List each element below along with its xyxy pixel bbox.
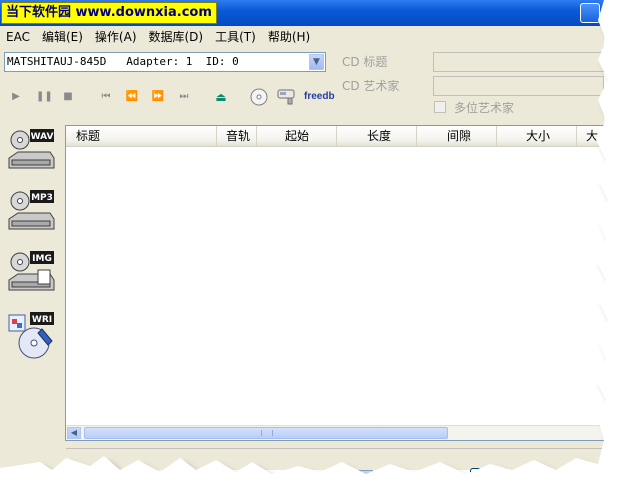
cd-title-label: CD 标题 bbox=[342, 55, 388, 69]
cd-title-input[interactable] bbox=[433, 52, 604, 72]
menu-eac[interactable]: EAC bbox=[0, 28, 36, 48]
eac-window: 当下软件园 www.downxia.com EAC 编辑(E) 操作(A) 数据… bbox=[0, 0, 604, 470]
fast-forward-icon[interactable]: ⏩ bbox=[150, 89, 166, 105]
menu-help[interactable]: 帮助(H) bbox=[262, 28, 316, 48]
device-select-value: MATSHITAUJ-845D Adapter: 1 ID: 0 bbox=[7, 55, 239, 68]
cd-artist-input[interactable] bbox=[433, 76, 604, 96]
column-size[interactable]: 大小 bbox=[497, 126, 577, 146]
device-select[interactable]: MATSHITAUJ-845D Adapter: 1 ID: 0 ▼ bbox=[4, 52, 326, 72]
mp3-tag: MP3 bbox=[31, 193, 53, 203]
freedb-server-icon[interactable] bbox=[276, 87, 298, 107]
scroll-grip bbox=[261, 430, 273, 436]
title-bar: 当下软件园 www.downxia.com bbox=[0, 0, 604, 26]
menu-bar: EAC 编辑(E) 操作(A) 数据库(D) 工具(T) 帮助(H) bbox=[0, 28, 316, 48]
horizontal-scrollbar[interactable]: ◀ bbox=[66, 425, 604, 440]
img-tag: IMG bbox=[32, 254, 52, 264]
wri-tag: WRI bbox=[32, 315, 52, 325]
column-title[interactable]: 标题 bbox=[66, 126, 217, 146]
rewind-icon[interactable]: ⏪ bbox=[124, 89, 140, 105]
write-cd-icon[interactable]: WRI bbox=[6, 311, 56, 361]
copy-mp3-icon[interactable]: MP3 bbox=[6, 189, 56, 239]
column-start[interactable]: 起始 bbox=[257, 126, 337, 146]
column-size-2[interactable]: 大小 bbox=[577, 126, 604, 146]
scrollbar-thumb[interactable] bbox=[84, 427, 448, 439]
column-gap[interactable]: 间隙 bbox=[417, 126, 497, 146]
menu-action[interactable]: 操作(A) bbox=[89, 28, 143, 48]
copy-wav-icon[interactable]: WAV bbox=[6, 128, 56, 178]
column-track[interactable]: 音轨 bbox=[217, 126, 257, 146]
track-list-header: 标题 音轨 起始 长度 间隙 大小 大小 bbox=[66, 126, 604, 147]
multi-artist-label: 多位艺术家 bbox=[454, 101, 515, 115]
new-button[interactable]: 新建 bbox=[470, 468, 509, 488]
multi-artist-checkbox[interactable] bbox=[434, 101, 446, 113]
menu-database[interactable]: 数据库(D) bbox=[143, 28, 210, 48]
cd-disc-icon[interactable] bbox=[250, 88, 268, 106]
chevron-left-icon[interactable]: ◀ bbox=[67, 427, 81, 439]
column-length[interactable]: 长度 bbox=[337, 126, 417, 146]
cd-artist-label: CD 艺术家 bbox=[342, 79, 400, 93]
previous-track-icon[interactable]: ⏮ bbox=[98, 89, 114, 105]
wav-tag: WAV bbox=[31, 132, 54, 142]
menu-edit[interactable]: 编辑(E) bbox=[36, 28, 89, 48]
status-bar bbox=[66, 448, 604, 463]
play-icon[interactable]: ▶ bbox=[10, 89, 22, 105]
track-list[interactable]: 标题 音轨 起始 长度 间隙 大小 大小 ◀ bbox=[65, 125, 604, 441]
watermark-banner: 当下软件园 www.downxia.com bbox=[1, 2, 217, 24]
freedb-label[interactable]: freedb bbox=[304, 91, 335, 102]
window-control-button[interactable] bbox=[580, 3, 600, 23]
stop-icon[interactable]: ■ bbox=[62, 89, 74, 105]
menu-tools[interactable]: 工具(T) bbox=[209, 28, 262, 48]
chevron-down-icon[interactable]: ▼ bbox=[309, 54, 324, 70]
pause-icon[interactable]: ❚❚ bbox=[36, 89, 53, 105]
copy-image-icon[interactable]: IMG bbox=[6, 250, 56, 300]
next-track-icon[interactable]: ⏭ bbox=[176, 89, 192, 105]
eject-icon[interactable]: ⏏ bbox=[214, 89, 228, 105]
bottom-dropdown-chevron-icon[interactable]: ▼ bbox=[357, 470, 373, 486]
